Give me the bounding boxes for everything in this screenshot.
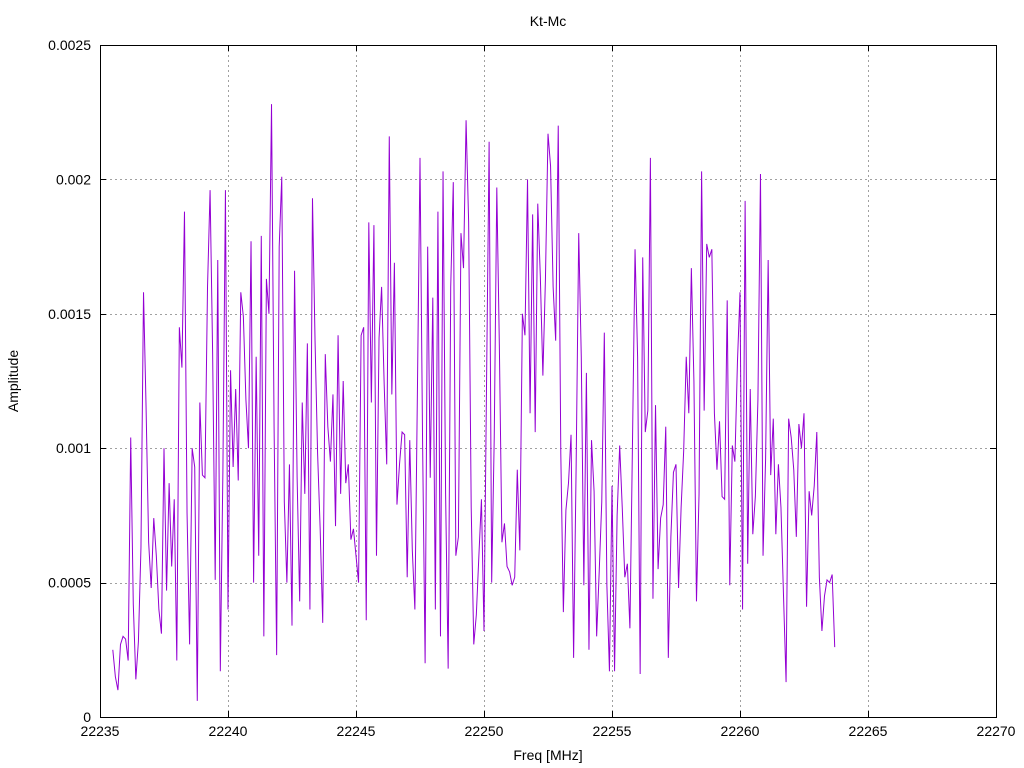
y-tick-label: 0.0005 [48, 575, 91, 591]
y-tick-label: 0.002 [56, 171, 91, 187]
y-tick-label: 0.0025 [48, 37, 91, 53]
x-tick-label: 22245 [337, 723, 376, 739]
x-tick-label: 22265 [849, 723, 888, 739]
x-tick-label: 22235 [81, 723, 120, 739]
x-tick-label: 22250 [465, 723, 504, 739]
y-axis-label: Amplitude [5, 350, 21, 412]
x-axis-label: Freq [MHz] [513, 747, 582, 763]
y-tick-label: 0.0015 [48, 306, 91, 322]
chart-background [0, 0, 1024, 768]
chart-title: Kt-Mc [530, 13, 567, 29]
x-tick-label: 22255 [593, 723, 632, 739]
x-tick-label: 22240 [209, 723, 248, 739]
y-tick-label: 0 [83, 709, 91, 725]
x-tick-label: 22270 [977, 723, 1016, 739]
x-tick-label: 22260 [721, 723, 760, 739]
y-tick-label: 0.001 [56, 440, 91, 456]
chart: 22235 22240 22245 22250 22255 22260 22265 22270… [0, 0, 1024, 768]
